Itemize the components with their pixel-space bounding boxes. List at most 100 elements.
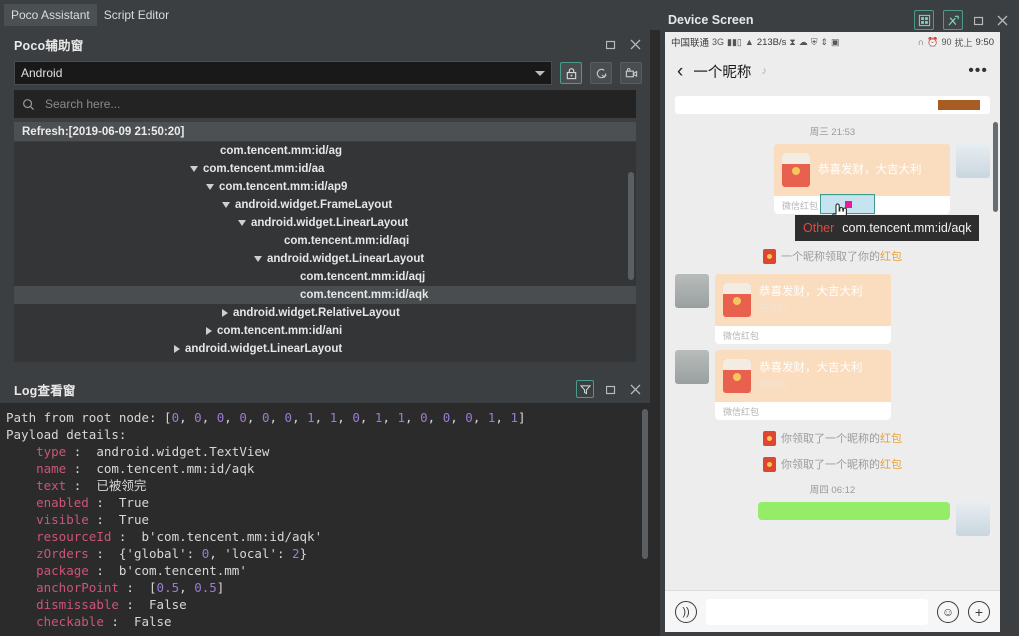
avatar[interactable] xyxy=(956,144,990,178)
device-screen-mirror[interactable]: 中国联通 3G ▮▮▯ ▲ 213B/s ⧗ ☁ ⛨ ⇕ ▣ ∩ ⏰ 90 扰上… xyxy=(665,32,1000,632)
log-value: b'com.tencent.mm' xyxy=(119,563,247,578)
chat-message-list[interactable]: 周三 21:53 恭喜发财，大吉大利 微信红包 周三 21:5 xyxy=(665,90,1000,570)
log-key: resourceId xyxy=(36,529,111,544)
red-packet-status: 已领取 xyxy=(759,377,863,391)
chevron-down-icon[interactable] xyxy=(254,256,262,262)
log-panel-title: Log查看窗 xyxy=(14,380,76,399)
avatar[interactable] xyxy=(675,274,709,308)
timestamp-divider: 周三 21:53 xyxy=(675,124,990,138)
tree-spacer xyxy=(286,277,295,278)
ui-hierarchy-tree[interactable]: Refresh:[2019-06-09 21:50:20] com.tencen… xyxy=(14,122,636,362)
log-scrollbar[interactable] xyxy=(642,409,648,559)
message-row-incoming-redpacket: 恭喜发财，大吉大利 已领取 微信红包 xyxy=(675,274,990,344)
red-packet-card[interactable]: 恭喜发财，大吉大利 已领取 微信红包 xyxy=(715,274,891,344)
tree-node[interactable]: com.tencent.mm:id/aa xyxy=(14,160,636,178)
log-value: False xyxy=(149,597,187,612)
chevron-right-icon[interactable] xyxy=(174,345,180,353)
log-value: [0.5, 0.5] xyxy=(149,580,224,595)
device-select[interactable]: Android xyxy=(14,61,552,85)
tree-node[interactable]: com.tencent.mm:id/ap9 xyxy=(14,178,636,196)
red-packet-top: 恭喜发财，大吉大利 已领取 xyxy=(715,274,891,326)
network-speed-label: 213B/s xyxy=(757,37,787,48)
tree-node[interactable]: android.widget.LinearLayout xyxy=(14,250,636,268)
usb-icon: ⇕ xyxy=(820,37,828,48)
device-panel-tools xyxy=(914,10,1009,30)
system-message-link: 红包 xyxy=(880,433,902,445)
wechat-navbar: ‹ 一个昵称 ♪ ••• xyxy=(665,52,1000,90)
restore-icon[interactable] xyxy=(972,13,986,27)
restore-icon[interactable] xyxy=(604,382,618,396)
tree-scrollbar[interactable] xyxy=(628,172,634,280)
avatar[interactable] xyxy=(956,502,990,536)
tree-refresh-label[interactable]: Refresh:[2019-06-09 21:50:20] xyxy=(14,122,636,142)
chevron-down-icon[interactable] xyxy=(222,202,230,208)
avatar[interactable] xyxy=(675,350,709,384)
tree-node-label: com.tencent.mm:id/ani xyxy=(217,325,342,337)
tree-node[interactable]: com.tencent.mm:id/aqk xyxy=(14,286,636,304)
log-line: text : 已被领完 xyxy=(6,477,650,494)
chevron-down-icon[interactable] xyxy=(206,184,214,190)
chevron-right-icon[interactable] xyxy=(222,309,228,317)
layout-grid-button[interactable] xyxy=(914,10,934,30)
device-screen-scrollbar[interactable] xyxy=(993,122,998,212)
red-packet-footer: 微信红包 xyxy=(715,402,891,420)
menu-item-script-editor[interactable]: Script Editor xyxy=(97,4,176,26)
log-line: package : b'com.tencent.mm' xyxy=(6,562,650,579)
timestamp-divider: 周四 06:12 xyxy=(675,482,990,496)
tree-node[interactable]: com.tencent.mm:id/aqj xyxy=(14,268,636,286)
cloud-icon: ☁ xyxy=(799,37,808,48)
hammer-wrench-icon xyxy=(947,14,960,27)
partial-message-above xyxy=(675,96,990,114)
refresh-button[interactable] xyxy=(590,62,612,84)
log-line: zOrders : {'global': 0, 'local': 2} xyxy=(6,545,650,562)
tree-node-label: com.tencent.mm:id/aa xyxy=(203,163,324,175)
tree-node[interactable]: com.tencent.mm:id/aqi xyxy=(14,232,636,250)
system-message-link: 红包 xyxy=(880,251,902,263)
close-icon[interactable] xyxy=(995,13,1009,27)
chevron-down-icon[interactable] xyxy=(238,220,246,226)
more-dots-icon[interactable]: ••• xyxy=(968,62,988,80)
tree-node[interactable]: android.widget.LinearLayout xyxy=(14,340,636,358)
plus-icon[interactable]: + xyxy=(968,601,990,623)
search-input[interactable]: Search here... xyxy=(45,97,120,111)
log-panel-window-controls xyxy=(576,380,642,398)
chevron-down-icon xyxy=(535,71,545,76)
tree-node[interactable]: android.widget.RelativeLayout xyxy=(14,304,636,322)
record-button[interactable] xyxy=(620,62,642,84)
left-column: Poco辅助窗 Android xyxy=(0,30,660,636)
chat-bubble[interactable] xyxy=(758,502,950,520)
mute-label: 扰上 xyxy=(954,36,972,49)
poco-assistant-panel: Poco辅助窗 Android xyxy=(0,30,650,375)
signal-icon: ▮▮▯ xyxy=(727,37,742,48)
close-icon[interactable] xyxy=(628,37,642,51)
filter-button[interactable] xyxy=(576,380,594,398)
restore-icon[interactable] xyxy=(604,37,618,51)
tree-node[interactable]: android.widget.LinearLayout xyxy=(14,214,636,232)
red-packet-title: 恭喜发财，大吉大利 xyxy=(759,361,863,375)
wifi-icon: ▲ xyxy=(745,37,754,47)
log-output[interactable]: Path from root node: [0, 0, 0, 0, 0, 0, … xyxy=(0,403,650,636)
system-message: 你领取了一个昵称的红包 xyxy=(675,456,990,472)
tree-node-label: com.tencent.mm:id/aqk xyxy=(300,289,428,301)
back-chevron-icon[interactable]: ‹ xyxy=(677,62,683,81)
emoji-icon[interactable]: ☺ xyxy=(937,601,959,623)
log-line: visible : True xyxy=(6,511,650,528)
voice-icon[interactable]: )) xyxy=(675,601,697,623)
red-envelope-icon xyxy=(723,283,751,317)
hourglass-icon: ⧗ xyxy=(789,37,795,48)
message-input[interactable] xyxy=(706,599,928,625)
lock-button[interactable] xyxy=(560,62,582,84)
close-icon[interactable] xyxy=(628,382,642,396)
log-value: com.tencent.mm:id/aqk xyxy=(96,461,254,476)
tools-button[interactable] xyxy=(943,10,963,30)
status-bar-right: ∩ ⏰ 90 扰上 9:50 xyxy=(918,36,994,49)
menu-item-poco-assistant[interactable]: Poco Assistant xyxy=(4,4,97,26)
chevron-right-icon[interactable] xyxy=(206,327,212,335)
tree-node[interactable]: com.tencent.mm:id/ani xyxy=(14,322,636,340)
chevron-down-icon[interactable] xyxy=(190,166,198,172)
log-key: type xyxy=(36,444,66,459)
tree-node[interactable]: com.tencent.mm:id/ag xyxy=(14,142,636,160)
red-packet-card[interactable]: 恭喜发财，大吉大利 已领取 微信红包 xyxy=(715,350,891,420)
search-row[interactable]: Search here... xyxy=(14,90,636,118)
tree-node[interactable]: android.widget.FrameLayout xyxy=(14,196,636,214)
